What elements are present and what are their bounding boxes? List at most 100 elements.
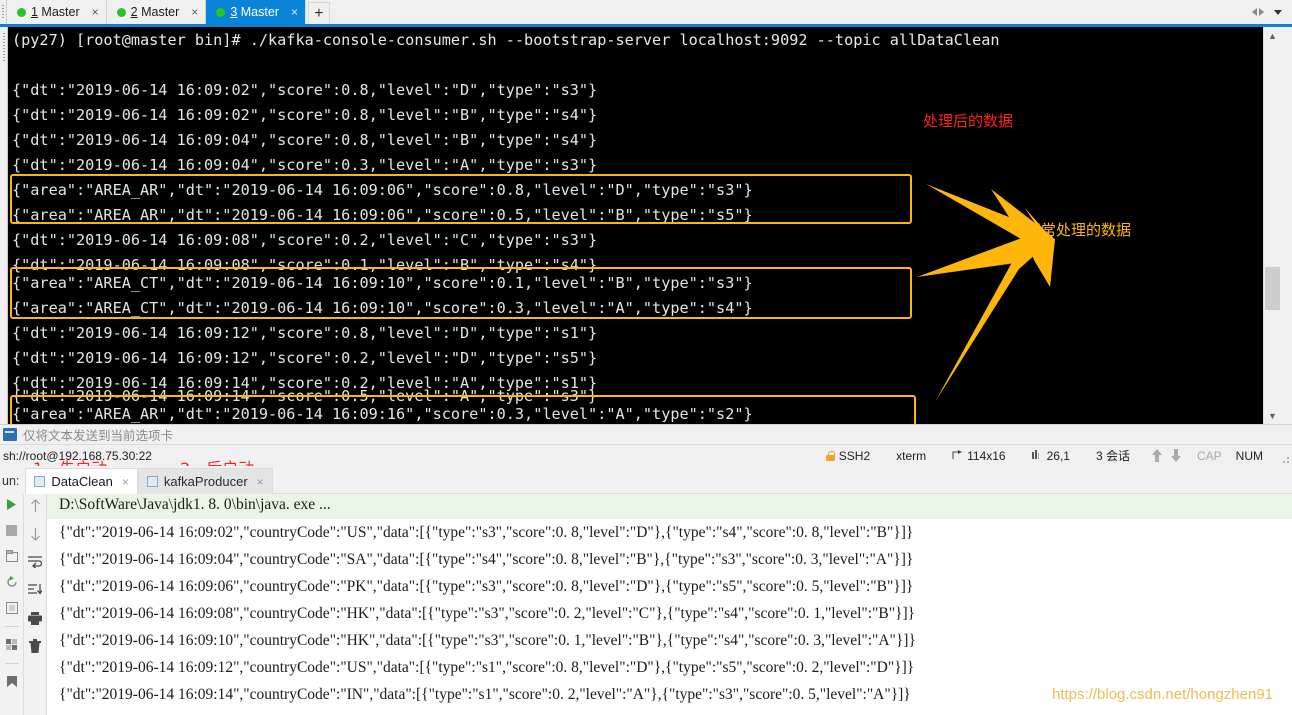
ide-tab-kafkaproducer-label: kafkaProducer (163, 474, 248, 489)
print-icon[interactable] (27, 610, 43, 626)
terminal-line-highlighted: {"area":"AREA_AR","dt":"2019-06-14 16:09… (12, 206, 753, 224)
ide-tab-kafkaproducer[interactable]: kafkaProducer × (137, 468, 273, 494)
ide-run-body: D:\SoftWare\Java\jdk1. 8. 0\bin\java. ex… (0, 494, 1292, 715)
ide-run-toolbar-right (23, 494, 46, 715)
status-dot-icon (216, 7, 226, 17)
send-text-placeholder: 仅将文本发送到当前选项卡 (23, 428, 174, 443)
pin-tab-icon[interactable] (4, 548, 20, 564)
scroll-up-icon[interactable]: ▲ (1264, 27, 1281, 44)
soft-wrap-icon[interactable] (27, 554, 43, 570)
terminal-command-line: (py27) [root@master bin]# ./kafka-consol… (12, 31, 1000, 49)
ide-tab-dataclean-close-icon[interactable]: × (122, 475, 129, 489)
terminal-tab-2-number: 2 (130, 5, 138, 19)
terminal-line: {"dt":"2019-06-14 16:09:08","score":0.1,… (12, 256, 598, 274)
terminal-line-highlighted: {"area":"AREA_AR","dt":"2019-06-14 16:09… (12, 181, 753, 199)
status-bar-right: SSH2 xterm 114x16 26,1 3 会话 CAP NUM (813, 447, 1292, 464)
ide-tab-row: un: DataClean × kafkaProducer × (0, 466, 1292, 494)
terminal-tab-2-close-icon[interactable]: × (191, 5, 198, 19)
divider (4, 626, 19, 627)
upload-arrow-icon (1151, 449, 1162, 462)
console-line: {"dt":"2019-06-14 16:09:14","countryCode… (59, 686, 911, 703)
scroll-to-end-icon[interactable] (27, 582, 43, 598)
clear-all-icon[interactable] (27, 638, 43, 654)
console-line: {"dt":"2019-06-14 16:09:10","countryCode… (59, 632, 916, 649)
status-term-type: xterm (896, 448, 927, 463)
arrow-down-icon[interactable] (27, 526, 43, 542)
console-line: {"dt":"2019-06-14 16:09:04","countryCode… (59, 551, 914, 568)
console-line: {"dt":"2019-06-14 16:09:12","countryCode… (59, 659, 915, 676)
terminal-line-highlighted: {"area":"AREA_AR","dt":"2019-06-14 16:09… (12, 405, 753, 423)
tab-list-dropdown-icon[interactable] (1274, 9, 1282, 15)
bookmark-icon[interactable] (4, 674, 20, 690)
terminal-left-grip[interactable] (0, 27, 8, 424)
terminal-tab-1-number: 1 (31, 5, 38, 19)
terminal-line: {"dt":"2019-06-14 16:09:02","score":0.8,… (12, 81, 598, 99)
ide-tab-dataclean[interactable]: DataClean × (25, 468, 138, 494)
terminal-line: {"dt":"2019-06-14 16:09:04","score":0.3,… (12, 156, 598, 174)
rerun-icon[interactable] (4, 496, 20, 512)
scroll-tabs-right-icon[interactable] (1259, 8, 1264, 16)
settings-icon[interactable] (4, 637, 20, 653)
divider (4, 663, 19, 664)
terminal-line-highlighted: {"area":"AREA_CT","dt":"2019-06-14 16:09… (12, 299, 753, 317)
console-line: {"dt":"2019-06-14 16:09:08","countryCode… (59, 605, 916, 622)
terminal-line: {"dt":"2019-06-14 16:09:12","score":0.2,… (12, 349, 598, 367)
scroll-down-icon[interactable]: ▼ (1264, 407, 1281, 424)
terminal-right-margin (1280, 27, 1292, 424)
tab-bar-nav-controls (1252, 0, 1292, 24)
send-target-icon (3, 428, 17, 441)
annotation-processed-data: 处理后的数据 (923, 112, 1014, 130)
status-transfer-arrows (1143, 449, 1190, 462)
ide-tab-kafkaproducer-close-icon[interactable]: × (257, 475, 264, 489)
status-size: 114x16 (939, 449, 1018, 463)
lock-icon (825, 450, 835, 461)
status-dot-icon (116, 7, 126, 17)
ide-run-toolbar-left (0, 494, 23, 715)
watermark: https://blog.csdn.net/hongzhen91 (1052, 686, 1274, 703)
status-protocol-label: SSH2 (838, 448, 871, 463)
terminal-panel: (py27) [root@master bin]# ./kafka-consol… (0, 24, 1292, 424)
restart-icon[interactable] (4, 574, 20, 590)
terminal-tab-2[interactable]: 2 Master × (106, 0, 207, 24)
status-sessions: 3 会话 (1095, 449, 1130, 463)
status-cursor: 26,1 (1019, 449, 1083, 463)
terminal-tab-1-label: Master (37, 5, 80, 19)
terminal-tab-2-label: Master (137, 5, 180, 19)
run-config-icon (146, 476, 158, 487)
terminal-tab-1-close-icon[interactable]: × (92, 5, 99, 19)
console-line: {"dt":"2019-06-14 16:09:02","countryCode… (59, 524, 914, 541)
layout-icon[interactable] (4, 600, 20, 616)
scroll-tabs-left-icon[interactable] (1252, 8, 1257, 16)
terminal-output[interactable]: (py27) [root@master bin]# ./kafka-consol… (8, 27, 1263, 424)
terminal-tab-3[interactable]: 3 Master × (206, 0, 306, 24)
terminal-tab-3-close-icon[interactable]: × (291, 5, 298, 19)
arrow-up-icon[interactable] (27, 498, 43, 514)
stop-icon[interactable] (4, 522, 20, 538)
convergent-arrow-icon (917, 184, 1055, 402)
terminal-tab-1[interactable]: 1 Master × (7, 0, 107, 24)
status-dot-icon (17, 7, 26, 17)
terminal-line: {"dt":"2019-06-14 16:09:08","score":0.2,… (12, 231, 598, 249)
cursor-position-icon (1031, 450, 1039, 459)
status-protocol: SSH2 (813, 449, 883, 463)
scrollbar-thumb[interactable] (1265, 267, 1280, 310)
terminal-tab-bar: 1 Master × 2 Master × 3 Master × + (0, 0, 1292, 24)
terminal-scrollbar[interactable]: ▲ ▼ (1263, 27, 1280, 424)
status-cursor-label: 26,1 (1046, 448, 1070, 463)
ide-tab-dataclean-label: DataClean (51, 474, 113, 489)
status-size-label: 114x16 (967, 448, 1006, 463)
resize-icon (952, 450, 963, 459)
console-output[interactable]: D:\SoftWare\Java\jdk1. 8. 0\bin\java. ex… (46, 494, 1292, 715)
download-arrow-icon (1170, 449, 1181, 462)
tab-bar-grip[interactable] (0, 0, 7, 24)
window-resize-grip[interactable] (1280, 454, 1290, 464)
ide-run-panel: un: DataClean × kafkaProducer × D:\SoftW… (0, 466, 1292, 715)
send-text-bar[interactable]: 仅将文本发送到当前选项卡 (0, 424, 1292, 444)
terminal-line: {"dt":"2019-06-14 16:09:12","score":0.8,… (12, 324, 598, 342)
console-line: {"dt":"2019-06-14 16:09:06","countryCode… (59, 578, 914, 595)
console-java-command: D:\SoftWare\Java\jdk1. 8. 0\bin\java. ex… (59, 496, 331, 513)
new-tab-button[interactable]: + (307, 2, 330, 24)
run-config-icon (34, 476, 46, 487)
terminal-line: {"dt":"2019-06-14 16:09:04","score":0.8,… (12, 131, 598, 149)
terminal-line-highlighted: {"area":"AREA_CT","dt":"2019-06-14 16:09… (12, 274, 753, 292)
